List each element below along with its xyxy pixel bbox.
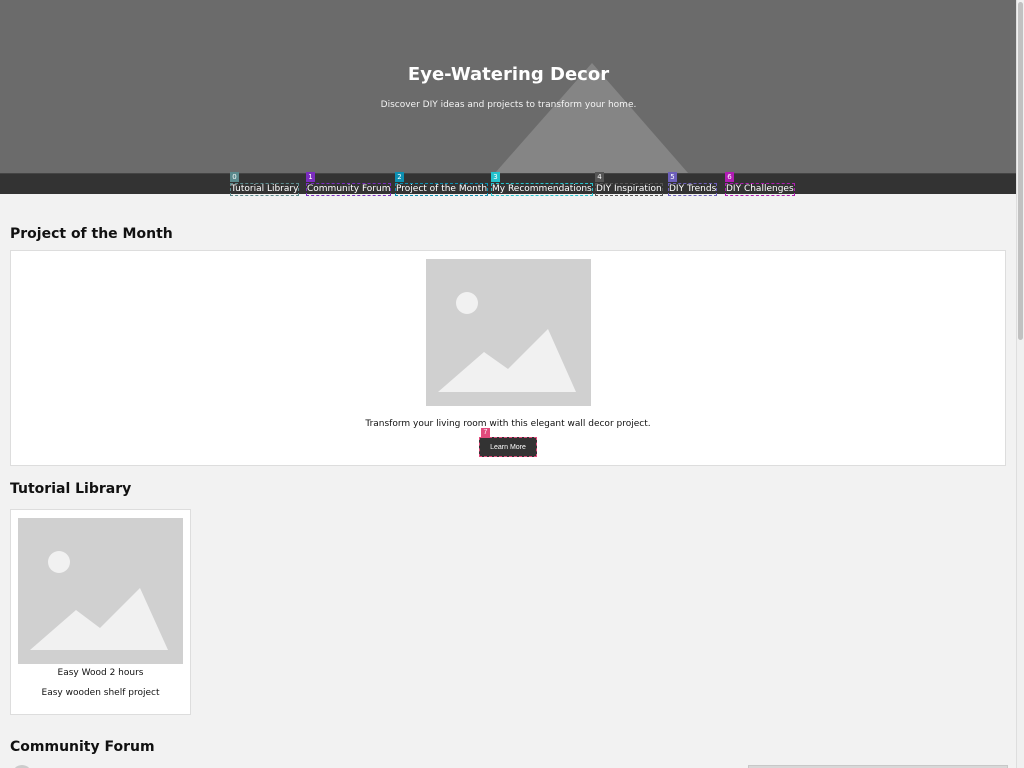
learn-more-label: Learn More: [490, 444, 526, 451]
nav-tag-6: 6: [725, 172, 734, 182]
learn-more-button[interactable]: 7 Learn More: [479, 428, 537, 457]
tutorial-image: [18, 518, 183, 664]
hero-banner: Eye-Watering Decor Discover DIY ideas an…: [0, 0, 1017, 173]
nav-label: Tutorial Library: [231, 184, 299, 194]
hero-background-shape: [495, 63, 688, 173]
community-forum-heading: Community Forum: [10, 739, 155, 755]
nav-tutorial-library[interactable]: 0 Tutorial Library: [230, 172, 300, 196]
tutorial-title: Easy wooden shelf project: [41, 688, 160, 698]
nav-project-of-the-month[interactable]: 2 Project of the Month: [395, 172, 489, 196]
nav-label: Community Forum: [307, 184, 391, 194]
nav-label: DIY Trends: [669, 184, 717, 194]
nav-tag-0: 0: [230, 172, 239, 182]
project-description: Transform your living room with this ele…: [365, 419, 651, 429]
project-of-month-card: Transform your living room with this ele…: [10, 250, 1006, 466]
nav-tag-2: 2: [395, 172, 404, 182]
nav-tag-4: 4: [595, 172, 604, 182]
project-of-month-heading: Project of the Month: [10, 226, 173, 242]
project-image: [426, 259, 591, 406]
nav-community-forum[interactable]: 1 Community Forum: [306, 172, 392, 196]
image-placeholder-icon: [438, 292, 576, 392]
nav-tag-5: 5: [668, 172, 677, 182]
nav-my-recommendations[interactable]: 3 My Recommendations: [491, 172, 593, 196]
site-title: Eye-Watering Decor: [407, 64, 610, 85]
nav-label: DIY Challenges: [726, 184, 794, 194]
button-tag-7: 7: [481, 428, 490, 438]
nav-label: My Recommendations: [492, 184, 592, 194]
scrollbar-thumb[interactable]: [1018, 2, 1023, 340]
nav-tag-3: 3: [491, 172, 500, 182]
tutorial-meta: Easy Wood 2 hours: [57, 668, 144, 678]
tutorial-library-heading: Tutorial Library: [10, 481, 132, 497]
nav-label: DIY Inspiration: [596, 184, 662, 194]
nav-diy-challenges[interactable]: 6 DIY Challenges: [725, 172, 795, 196]
nav-diy-inspiration[interactable]: 4 DIY Inspiration: [595, 172, 663, 196]
nav-diy-trends[interactable]: 5 DIY Trends: [668, 172, 718, 196]
site-subtitle: Discover DIY ideas and projects to trans…: [380, 100, 637, 110]
page: Eye-Watering Decor Discover DIY ideas an…: [0, 0, 1017, 768]
main-nav: 0 Tutorial Library 1 Community Forum 2 P…: [0, 172, 1017, 196]
vertical-scrollbar[interactable]: [1016, 0, 1024, 768]
image-placeholder-icon: [30, 551, 168, 650]
nav-label: Project of the Month: [396, 184, 488, 194]
tutorial-card[interactable]: Easy Wood 2 hours Easy wooden shelf proj…: [10, 509, 191, 715]
nav-tag-1: 1: [306, 172, 315, 182]
